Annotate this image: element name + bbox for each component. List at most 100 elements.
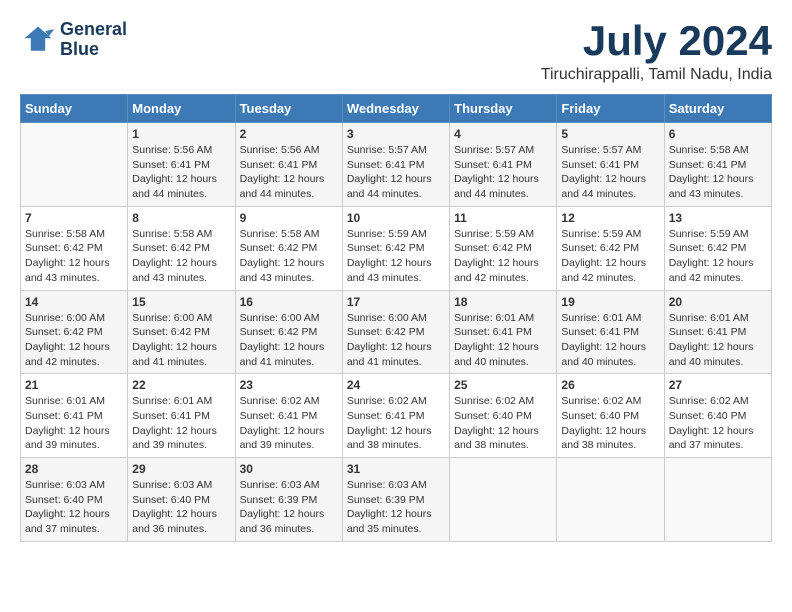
cell-sun-info: Sunrise: 5:58 AMSunset: 6:42 PMDaylight:… — [240, 227, 338, 286]
week-row-1: 1 Sunrise: 5:56 AMSunset: 6:41 PMDaylight… — [21, 123, 772, 207]
cell-sun-info: Sunrise: 5:58 AMSunset: 6:42 PMDaylight:… — [25, 227, 123, 286]
cell-sun-info: Sunrise: 6:00 AMSunset: 6:42 PMDaylight:… — [25, 311, 123, 370]
calendar-cell: 26 Sunrise: 6:02 AMSunset: 6:40 PMDayligh… — [557, 374, 664, 458]
cell-sun-info: Sunrise: 6:01 AMSunset: 6:41 PMDaylight:… — [669, 311, 767, 370]
cell-sun-info: Sunrise: 6:02 AMSunset: 6:41 PMDaylight:… — [347, 394, 445, 453]
calendar-cell: 8 Sunrise: 5:58 AMSunset: 6:42 PMDaylight… — [128, 206, 235, 290]
day-number: 22 — [132, 378, 230, 392]
cell-sun-info: Sunrise: 5:59 AMSunset: 6:42 PMDaylight:… — [347, 227, 445, 286]
day-number: 31 — [347, 462, 445, 476]
calendar-cell: 21Sunrise: 6:01 AMSunset: 6:41 PMDayligh… — [21, 374, 128, 458]
day-number: 5 — [561, 127, 659, 141]
cell-sun-info: Sunrise: 5:58 AMSunset: 6:42 PMDaylight:… — [132, 227, 230, 286]
calendar-cell: 18Sunrise: 6:01 AMSunset: 6:41 PMDayligh… — [450, 290, 557, 374]
calendar-cell: 23Sunrise: 6:02 AMSunset: 6:41 PMDayligh… — [235, 374, 342, 458]
day-number: 15 — [132, 295, 230, 309]
calendar-cell: 27Sunrise: 6:02 AMSunset: 6:40 PMDayligh… — [664, 374, 771, 458]
header-cell-wednesday: Wednesday — [342, 95, 449, 123]
cell-sun-info: Sunrise: 6:01 AMSunset: 6:41 PMDaylight:… — [454, 311, 552, 370]
calendar-cell: 15 Sunrise: 6:00 AMSunset: 6:42 PMDayligh… — [128, 290, 235, 374]
page-header: General Blue July 2024 Tiruchirappalli, … — [20, 20, 772, 84]
cell-sun-info: Sunrise: 5:59 AMSunset: 6:42 PMDaylight:… — [454, 227, 552, 286]
cell-sun-info: Sunrise: 6:03 AMSunset: 6:39 PMDaylight:… — [347, 478, 445, 537]
day-number: 24 — [347, 378, 445, 392]
calendar-cell: 12 Sunrise: 5:59 AMSunset: 6:42 PMDayligh… — [557, 206, 664, 290]
day-number: 27 — [669, 378, 767, 392]
cell-sun-info: Sunrise: 5:57 AMSunset: 6:41 PMDaylight:… — [561, 143, 659, 202]
calendar-cell: 19Sunrise: 6:01 AMSunset: 6:41 PMDayligh… — [557, 290, 664, 374]
calendar-body: 1 Sunrise: 5:56 AMSunset: 6:41 PMDaylight… — [21, 123, 772, 542]
cell-sun-info: Sunrise: 6:03 AMSunset: 6:39 PMDaylight:… — [240, 478, 338, 537]
cell-sun-info: Sunrise: 5:56 AMSunset: 6:41 PMDaylight:… — [240, 143, 338, 202]
header-cell-thursday: Thursday — [450, 95, 557, 123]
subtitle: Tiruchirappalli, Tamil Nadu, India — [541, 66, 772, 84]
day-number: 29 — [132, 462, 230, 476]
calendar-cell: 22Sunrise: 6:01 AMSunset: 6:41 PMDayligh… — [128, 374, 235, 458]
day-number: 19 — [561, 295, 659, 309]
day-number: 20 — [669, 295, 767, 309]
cell-sun-info: Sunrise: 5:58 AMSunset: 6:41 PMDaylight:… — [669, 143, 767, 202]
title-area: July 2024 Tiruchirappalli, Tamil Nadu, I… — [541, 20, 772, 84]
calendar-cell: 11 Sunrise: 5:59 AMSunset: 6:42 PMDayligh… — [450, 206, 557, 290]
cell-sun-info: Sunrise: 6:02 AMSunset: 6:40 PMDaylight:… — [561, 394, 659, 453]
logo-line1: General — [60, 20, 127, 40]
header-cell-monday: Monday — [128, 95, 235, 123]
calendar-cell: 4 Sunrise: 5:57 AMSunset: 6:41 PMDaylight… — [450, 123, 557, 207]
cell-sun-info: Sunrise: 6:00 AMSunset: 6:42 PMDaylight:… — [132, 311, 230, 370]
calendar-cell: 14Sunrise: 6:00 AMSunset: 6:42 PMDayligh… — [21, 290, 128, 374]
day-number: 17 — [347, 295, 445, 309]
header-row: SundayMondayTuesdayWednesdayThursdayFrid… — [21, 95, 772, 123]
day-number: 11 — [454, 211, 552, 225]
day-number: 2 — [240, 127, 338, 141]
day-number: 25 — [454, 378, 552, 392]
day-number: 7 — [25, 211, 123, 225]
cell-sun-info: Sunrise: 5:59 AMSunset: 6:42 PMDaylight:… — [561, 227, 659, 286]
calendar-cell: 13 Sunrise: 5:59 AMSunset: 6:42 PMDayligh… — [664, 206, 771, 290]
calendar-table: SundayMondayTuesdayWednesdayThursdayFrid… — [20, 94, 772, 542]
day-number: 4 — [454, 127, 552, 141]
logo-line2: Blue — [60, 40, 127, 60]
calendar-cell: 16Sunrise: 6:00 AMSunset: 6:42 PMDayligh… — [235, 290, 342, 374]
header-cell-saturday: Saturday — [664, 95, 771, 123]
calendar-cell: 30Sunrise: 6:03 AMSunset: 6:39 PMDayligh… — [235, 458, 342, 542]
cell-sun-info: Sunrise: 6:00 AMSunset: 6:42 PMDaylight:… — [347, 311, 445, 370]
logo: General Blue — [20, 20, 127, 60]
day-number: 12 — [561, 211, 659, 225]
calendar-cell: 20 Sunrise: 6:01 AMSunset: 6:41 PMDayligh… — [664, 290, 771, 374]
cell-sun-info: Sunrise: 5:59 AMSunset: 6:42 PMDaylight:… — [669, 227, 767, 286]
day-number: 8 — [132, 211, 230, 225]
cell-sun-info: Sunrise: 6:02 AMSunset: 6:40 PMDaylight:… — [454, 394, 552, 453]
calendar-cell: 28 Sunrise: 6:03 AMSunset: 6:40 PMDayligh… — [21, 458, 128, 542]
day-number: 26 — [561, 378, 659, 392]
week-row-2: 7 Sunrise: 5:58 AMSunset: 6:42 PMDaylight… — [21, 206, 772, 290]
calendar-cell — [557, 458, 664, 542]
header-cell-sunday: Sunday — [21, 95, 128, 123]
cell-sun-info: Sunrise: 6:03 AMSunset: 6:40 PMDaylight:… — [25, 478, 123, 537]
calendar-cell — [450, 458, 557, 542]
calendar-cell: 5 Sunrise: 5:57 AMSunset: 6:41 PMDaylight… — [557, 123, 664, 207]
day-number: 1 — [132, 127, 230, 141]
day-number: 3 — [347, 127, 445, 141]
main-title: July 2024 — [541, 20, 772, 62]
calendar-cell: 6 Sunrise: 5:58 AMSunset: 6:41 PMDaylight… — [664, 123, 771, 207]
calendar-cell — [21, 123, 128, 207]
calendar-cell — [664, 458, 771, 542]
calendar-cell: 17 Sunrise: 6:00 AMSunset: 6:42 PMDayligh… — [342, 290, 449, 374]
calendar-cell: 3Sunrise: 5:57 AMSunset: 6:41 PMDaylight… — [342, 123, 449, 207]
calendar-cell: 24 Sunrise: 6:02 AMSunset: 6:41 PMDayligh… — [342, 374, 449, 458]
day-number: 13 — [669, 211, 767, 225]
day-number: 6 — [669, 127, 767, 141]
logo-text: General Blue — [60, 20, 127, 60]
day-number: 28 — [25, 462, 123, 476]
calendar-cell: 9Sunrise: 5:58 AMSunset: 6:42 PMDaylight… — [235, 206, 342, 290]
day-number: 21 — [25, 378, 123, 392]
logo-icon — [20, 22, 56, 58]
calendar-cell: 25 Sunrise: 6:02 AMSunset: 6:40 PMDayligh… — [450, 374, 557, 458]
day-number: 23 — [240, 378, 338, 392]
calendar-cell: 31 Sunrise: 6:03 AMSunset: 6:39 PMDayligh… — [342, 458, 449, 542]
calendar-cell: 7 Sunrise: 5:58 AMSunset: 6:42 PMDaylight… — [21, 206, 128, 290]
week-row-4: 21Sunrise: 6:01 AMSunset: 6:41 PMDayligh… — [21, 374, 772, 458]
day-number: 16 — [240, 295, 338, 309]
week-row-3: 14Sunrise: 6:00 AMSunset: 6:42 PMDayligh… — [21, 290, 772, 374]
cell-sun-info: Sunrise: 5:57 AMSunset: 6:41 PMDaylight:… — [454, 143, 552, 202]
